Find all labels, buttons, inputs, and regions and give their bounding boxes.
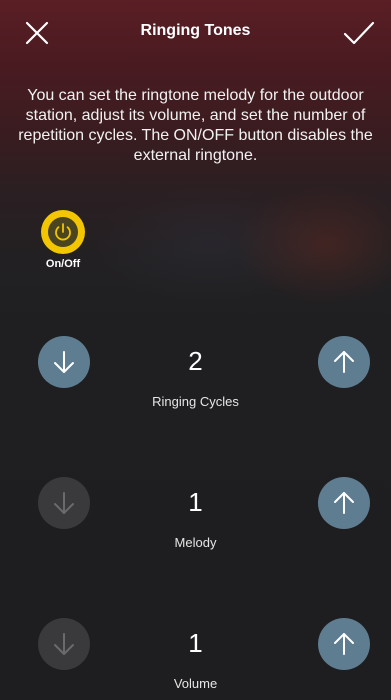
melody-increase-button[interactable] (318, 477, 370, 529)
checkmark-icon (343, 21, 375, 45)
arrow-up-icon (334, 492, 354, 514)
control-melody: 1 Melody (0, 477, 391, 557)
confirm-button[interactable] (341, 18, 377, 48)
power-icon (55, 223, 71, 241)
melody-label: Melody (174, 535, 217, 550)
power-toggle-inner (48, 217, 78, 247)
volume-label: Volume (173, 676, 218, 691)
arrow-up-icon (334, 351, 354, 373)
volume-increase-button[interactable] (318, 618, 370, 670)
description-text: You can set the ringtone melody for the … (18, 87, 373, 164)
control-volume: 1 Volume (0, 618, 391, 698)
ringing-cycles-increase-button[interactable] (318, 336, 370, 388)
power-toggle-group: On/Off (40, 210, 86, 270)
power-toggle-button[interactable] (41, 210, 85, 254)
header-bar: Ringing Tones (0, 0, 391, 64)
power-toggle-label: On/Off (45, 258, 81, 270)
app-screen: Ringing Tones You can set the ringtone m… (0, 0, 391, 700)
ringing-cycles-label: Ringing Cycles (152, 394, 239, 409)
arrow-up-icon (334, 633, 354, 655)
control-ringing-cycles: 2 Ringing Cycles (0, 336, 391, 416)
page-title: Ringing Tones (140, 22, 251, 39)
